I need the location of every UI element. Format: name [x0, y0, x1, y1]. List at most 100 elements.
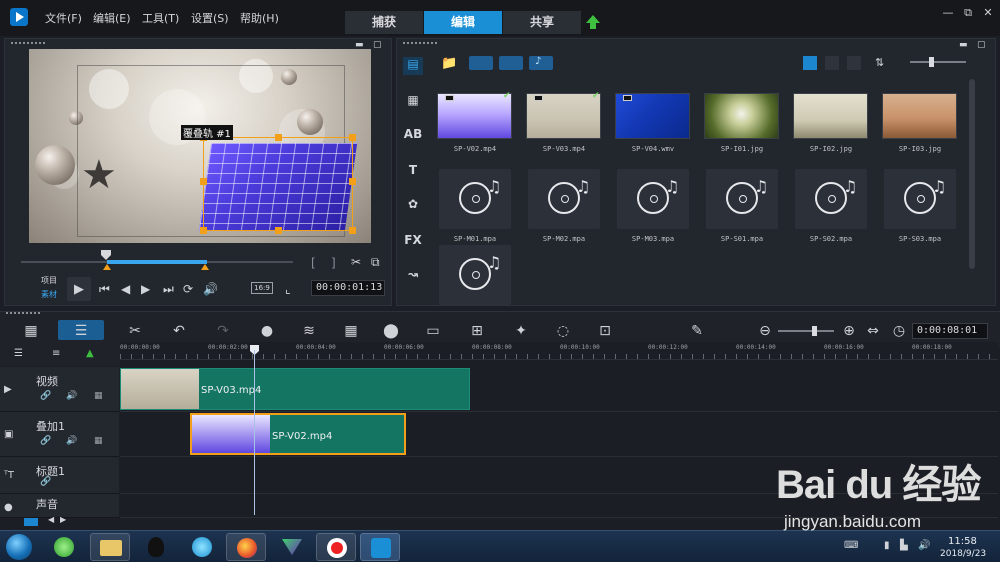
mark-out-handle[interactable] — [201, 264, 209, 270]
track-expand-icon[interactable] — [24, 518, 38, 526]
audio-thumbnail[interactable]: ♫ — [795, 169, 867, 229]
track-grid-icon[interactable]: ▦ — [94, 391, 103, 401]
menu-settings[interactable]: 设置(S) — [191, 10, 229, 26]
resize-handle[interactable] — [349, 134, 356, 141]
video-track-lane[interactable]: SP-V03.mp4 — [120, 367, 998, 412]
taskbar-app-qq[interactable] — [136, 533, 176, 561]
redo-icon[interactable]: ↷ — [214, 323, 232, 339]
media-item[interactable]: ♫Let It Out.mp3 — [431, 245, 519, 321]
network-icon[interactable]: ▙ — [900, 540, 908, 551]
image-thumbnail[interactable] — [882, 93, 957, 139]
overlay-clip[interactable]: SP-V02.mp4 — [190, 413, 406, 455]
tray-volume-icon[interactable]: 🔊 — [918, 540, 930, 551]
media-item[interactable]: ✔ SP-V02.mp4 — [431, 91, 519, 169]
zoom-in-icon[interactable]: ⊕ — [840, 323, 858, 339]
undo-icon[interactable]: ↶ — [170, 323, 188, 339]
library-scrollbar[interactable] — [969, 79, 975, 269]
zoom-slider-knob[interactable] — [812, 326, 817, 336]
start-button[interactable] — [6, 534, 32, 560]
link-icon[interactable]: 🔗 — [40, 477, 51, 487]
video-thumbnail[interactable] — [437, 93, 512, 139]
menu-tools[interactable]: 工具(T) — [142, 10, 179, 26]
add-folder-icon[interactable]: 📁 — [441, 56, 457, 71]
transition-icon[interactable]: AB — [403, 127, 423, 145]
taskbar-app-player[interactable] — [182, 533, 222, 561]
panel-maximize-icon[interactable]: ▢ — [373, 40, 382, 50]
record-capture-icon[interactable]: ● — [258, 323, 276, 339]
mark-out-icon[interactable]: ] — [331, 256, 336, 270]
clip-mode-label[interactable]: 素材 — [41, 289, 57, 300]
media-icon[interactable]: ▤ — [403, 57, 423, 75]
track-audio-icon[interactable]: 🔊 — [66, 391, 77, 401]
resize-handle[interactable] — [200, 227, 207, 234]
audio-thumbnail[interactable]: ♫ — [439, 245, 511, 305]
close-button[interactable]: ✕ — [980, 6, 996, 19]
clock-time[interactable]: 11:58 — [948, 536, 977, 547]
image-thumbnail[interactable] — [793, 93, 868, 139]
battery-icon[interactable]: ▮ — [884, 540, 890, 551]
zoom-out-icon[interactable]: ⊖ — [756, 323, 774, 339]
video-clip[interactable]: SP-V03.mp4 — [120, 368, 470, 410]
menu-help[interactable]: 帮助(H) — [240, 10, 279, 26]
keyboard-icon[interactable]: ⌨ — [844, 540, 858, 551]
resize-handle[interactable] — [200, 178, 207, 185]
toolbar-tools-icon[interactable]: ✂ — [126, 323, 144, 339]
mark-in-handle[interactable] — [103, 264, 111, 270]
media-item[interactable]: SP-I03.jpg — [876, 93, 964, 169]
media-item[interactable]: ♫ SP-S01.mpa — [698, 169, 786, 245]
upload-icon[interactable] — [586, 15, 600, 29]
audio-thumbnail[interactable]: ♫ — [706, 169, 778, 229]
aspect-ratio-button[interactable]: 16:9 — [251, 282, 273, 294]
volume-icon[interactable]: 🔊 — [203, 282, 218, 296]
change-project-icon[interactable]: ⌞ — [285, 282, 291, 296]
menu-file[interactable]: 文件(F) — [45, 10, 82, 26]
media-item[interactable]: ♫ SP-M01.mpa — [431, 169, 519, 245]
video-thumbnail[interactable] — [526, 93, 601, 139]
split-clip-icon[interactable]: ✂ — [351, 255, 361, 269]
home-icon[interactable]: ⏮ — [99, 282, 110, 297]
end-icon[interactable]: ⏭ — [163, 282, 174, 297]
timeline-timecode[interactable]: 0:00:08:01 — [912, 323, 988, 339]
overlay-selection-frame[interactable] — [200, 134, 356, 234]
panel-minimize-icon[interactable]: ▬ — [959, 40, 968, 50]
track-grid-icon[interactable]: ▦ — [94, 436, 103, 446]
instant-project-icon[interactable]: ▦ — [403, 93, 423, 111]
link-icon[interactable]: 🔗 — [40, 436, 51, 446]
add-marker-icon[interactable]: ≡ — [52, 348, 60, 359]
taskbar-app-browser[interactable] — [44, 533, 84, 561]
scrubber-handle[interactable] — [101, 250, 111, 260]
track-manager-icon[interactable]: ☰ — [14, 348, 23, 359]
preview-screen[interactable]: ★ ★ 覆叠轨 #1 — [29, 49, 371, 243]
tab-edit[interactable]: 编辑 — [424, 11, 502, 34]
tab-share[interactable]: 共享 — [503, 11, 581, 34]
taskbar-app-explorer[interactable] — [90, 533, 130, 561]
scroll-left-icon[interactable]: ◀ — [48, 515, 54, 524]
sound-mixer-icon[interactable]: ≋ — [300, 323, 318, 339]
project-mode-label[interactable]: 项目 — [41, 275, 57, 286]
media-item[interactable]: ♫ SP-S03.mpa — [876, 169, 964, 245]
panel-grip[interactable] — [6, 312, 40, 315]
clock-date[interactable]: 2018/9/23 — [940, 549, 986, 559]
overlay-track-lane[interactable]: SP-V02.mp4 — [120, 412, 998, 457]
resize-handle[interactable] — [275, 134, 282, 141]
sort-icon[interactable]: ⇅ — [875, 56, 884, 69]
thumbnail-view-button[interactable] — [803, 56, 817, 70]
storyboard-view-icon[interactable]: ▦ — [22, 323, 40, 339]
previous-frame-icon[interactable]: ◀ — [121, 282, 130, 296]
thumbnail-size-slider[interactable] — [910, 61, 966, 63]
media-item[interactable]: SP-V04.wmv — [609, 93, 697, 169]
path-icon[interactable]: ↝ — [403, 267, 423, 285]
trim-range[interactable] — [107, 260, 207, 264]
media-item[interactable]: ♫ SP-M03.mpa — [609, 169, 697, 245]
scroll-right-icon[interactable]: ▶ — [60, 515, 66, 524]
taskbar-app-firefox[interactable] — [226, 533, 266, 561]
enlarge-preview-icon[interactable]: ⧉ — [371, 255, 380, 270]
media-item[interactable]: SP-I01.jpg — [698, 93, 786, 169]
grid-view-button[interactable] — [847, 56, 861, 70]
preview-timecode[interactable]: 00:00:01:13 — [311, 280, 385, 296]
mark-in-icon[interactable]: [ — [311, 256, 316, 270]
restore-button[interactable]: ⧉ — [960, 6, 976, 20]
smart-package-icon[interactable]: ✎ — [688, 323, 706, 339]
time-remap-icon[interactable]: ✦ — [512, 323, 530, 339]
panel-maximize-icon[interactable]: ▢ — [977, 40, 986, 50]
